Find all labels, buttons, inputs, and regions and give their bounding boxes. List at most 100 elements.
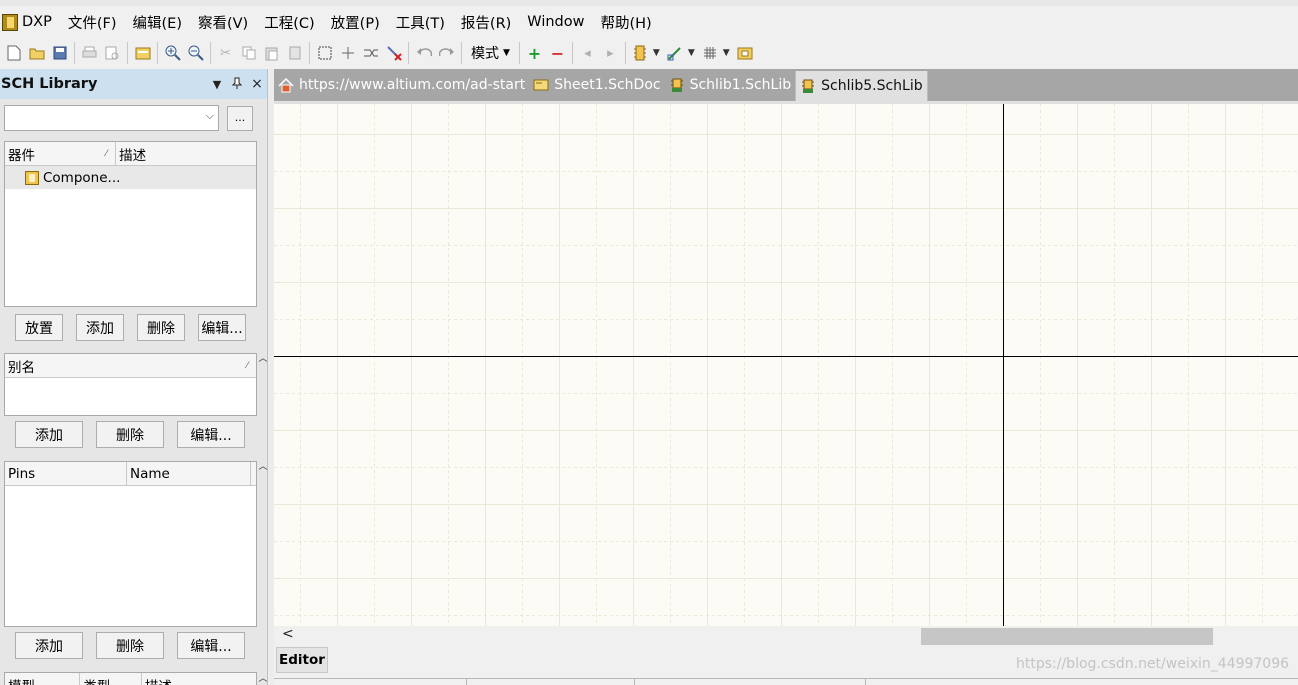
add-pin-button[interactable]: 添加 xyxy=(15,632,83,659)
add-alias-button[interactable]: 添加 xyxy=(15,421,83,448)
add-part-icon[interactable]: + xyxy=(523,41,546,65)
menu-tools[interactable]: 工具(T) xyxy=(388,6,453,38)
panel-header: SCH Library ▼ × xyxy=(0,69,267,99)
tab-label: Schlib5.SchLib xyxy=(821,78,923,94)
watermark: https://blog.csdn.net/weixin_44997096 xyxy=(1016,656,1290,672)
cut-icon[interactable]: ✂ xyxy=(214,41,237,65)
edit-pin-button[interactable]: 编辑... xyxy=(177,632,245,659)
place-button[interactable]: 放置 xyxy=(15,314,63,341)
delete-component-button[interactable]: 删除 xyxy=(137,314,185,341)
chevron-down-icon: ⌵ xyxy=(205,109,214,122)
scroll-up-icon[interactable]: ︿ xyxy=(258,671,267,684)
column-header-model[interactable]: 模型 xyxy=(5,673,81,685)
column-header-type[interactable]: 类型 xyxy=(80,673,142,685)
chevron-down-icon[interactable]: ▼ xyxy=(688,48,695,58)
delete-pin-button[interactable]: 删除 xyxy=(96,632,164,659)
components-grid: 器件 ⁄ 描述 Compone... xyxy=(4,141,257,307)
tab-sheet1[interactable]: Sheet1.SchDoc xyxy=(529,69,664,101)
select-area-icon[interactable] xyxy=(313,41,336,65)
save-icon[interactable] xyxy=(48,41,71,65)
horizontal-scrollbar[interactable]: < xyxy=(274,626,1298,646)
move-icon[interactable] xyxy=(336,41,359,65)
column-header-description[interactable]: 描述 xyxy=(116,142,256,165)
paste-icon[interactable] xyxy=(260,41,283,65)
drawing-tools-icon[interactable] xyxy=(664,41,687,65)
close-icon[interactable]: × xyxy=(247,76,267,92)
zoom-out-icon[interactable] xyxy=(184,41,207,65)
edit-component-button[interactable]: 编辑... xyxy=(198,314,246,341)
tab-label: Sheet1.SchDoc xyxy=(554,77,661,93)
menu-view[interactable]: 察看(V) xyxy=(190,6,256,38)
tab-label: https://www.altium.com/ad-start xyxy=(299,77,526,93)
open-any-document-icon[interactable] xyxy=(131,41,154,65)
menu-project[interactable]: 工程(C) xyxy=(256,6,322,38)
component-utility-icon[interactable] xyxy=(629,41,652,65)
menu-file[interactable]: 文件(F) xyxy=(60,6,125,38)
column-header-name[interactable]: Name xyxy=(127,462,251,485)
pins-grid-header: Pins Name xyxy=(5,462,256,486)
table-row[interactable]: Compone... xyxy=(5,166,256,189)
menu-dxp-label: DXP xyxy=(22,14,52,30)
column-header-model-description[interactable]: 描述 xyxy=(142,673,256,685)
column-header-label: 别名 xyxy=(8,359,35,376)
pin-icon[interactable] xyxy=(227,77,247,92)
redo-icon[interactable] xyxy=(435,41,458,65)
tab-schlib5[interactable]: Schlib5.SchLib xyxy=(795,71,928,101)
scroll-up-icon[interactable]: ︿ xyxy=(258,351,267,364)
schlib-icon xyxy=(669,77,685,93)
column-header-component[interactable]: 器件 ⁄ xyxy=(5,142,117,165)
move-selection-icon[interactable] xyxy=(359,41,382,65)
toolbar-separator xyxy=(74,42,75,64)
scroll-up-icon[interactable]: ︿ xyxy=(258,459,267,472)
model-manager-icon[interactable] xyxy=(734,41,757,65)
zoom-in-icon[interactable] xyxy=(161,41,184,65)
menu-dxp[interactable]: DXP xyxy=(0,6,60,38)
remove-part-icon[interactable]: − xyxy=(546,41,569,65)
copy-icon[interactable] xyxy=(237,41,260,65)
new-file-icon[interactable] xyxy=(2,41,25,65)
tab-home[interactable]: https://www.altium.com/ad-start xyxy=(274,69,529,101)
open-folder-icon[interactable] xyxy=(25,41,48,65)
tab-schlib1[interactable]: Schlib1.SchLib xyxy=(665,69,796,101)
menu-help[interactable]: 帮助(H) xyxy=(592,6,659,38)
menu-window[interactable]: Window xyxy=(519,6,592,38)
components-grid-header: 器件 ⁄ 描述 xyxy=(5,142,256,166)
schematic-editor-canvas[interactable] xyxy=(274,101,1298,626)
panel-menu-icon[interactable]: ▼ xyxy=(207,78,227,91)
grid-icon[interactable] xyxy=(699,41,722,65)
app-window: DXP 文件(F) 编辑(E) 察看(V) 工程(C) 放置(P) 工具(T) … xyxy=(0,0,1298,685)
menu-reports[interactable]: 报告(R) xyxy=(453,6,519,38)
sort-icon: ⁄ xyxy=(246,360,248,371)
dxp-logo-icon xyxy=(2,13,18,31)
editor-grid xyxy=(274,104,1298,626)
mode-dropdown[interactable]: 模式 ▼ xyxy=(465,41,516,65)
chevron-down-icon[interactable]: ▼ xyxy=(723,48,730,58)
column-header-pins[interactable]: Pins xyxy=(5,462,127,485)
delete-alias-button[interactable]: 删除 xyxy=(96,421,164,448)
print-icon[interactable] xyxy=(78,41,101,65)
editor-tab[interactable]: Editor xyxy=(276,647,328,673)
clear-selection-icon[interactable] xyxy=(382,41,405,65)
print-preview-icon[interactable] xyxy=(101,41,124,65)
rubber-stamp-icon[interactable] xyxy=(283,41,306,65)
menu-place[interactable]: 放置(P) xyxy=(323,6,388,38)
previous-part-icon[interactable]: ◂ xyxy=(576,41,599,65)
column-header-alias[interactable]: 别名 ⁄ xyxy=(5,354,256,377)
undo-icon[interactable] xyxy=(412,41,435,65)
edit-alias-button[interactable]: 编辑... xyxy=(177,421,245,448)
add-component-button[interactable]: 添加 xyxy=(76,314,124,341)
scrollbar-thumb[interactable] xyxy=(921,628,1213,645)
next-part-icon[interactable]: ▸ xyxy=(599,41,622,65)
menu-edit[interactable]: 编辑(E) xyxy=(125,6,190,38)
column-header-label: 模型 xyxy=(8,675,35,685)
toolbar-separator xyxy=(408,42,409,64)
panel-scrollbar[interactable]: ︿ ︿ ︿ xyxy=(258,99,267,685)
chevron-down-icon[interactable]: ▼ xyxy=(653,48,660,58)
models-grid: 模型 类型 描述 xyxy=(4,672,257,685)
aliases-grid-header: 别名 ⁄ xyxy=(5,354,256,378)
models-grid-header: 模型 类型 描述 xyxy=(5,673,256,685)
scroll-left-icon[interactable]: < xyxy=(282,626,294,642)
sch-library-panel: SCH Library ▼ × ⌵ ... 器件 ⁄ 描述 Compone...… xyxy=(0,69,268,685)
library-filter-combo[interactable]: ⌵ xyxy=(4,105,219,131)
browse-button[interactable]: ... xyxy=(227,106,253,131)
